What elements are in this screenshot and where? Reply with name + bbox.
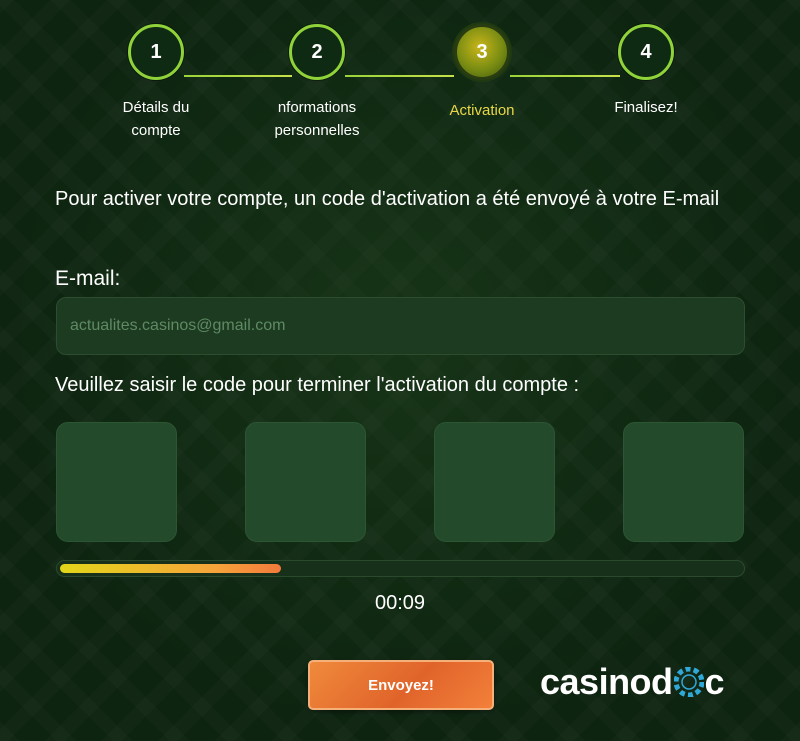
- code-digit-2[interactable]: [245, 422, 366, 542]
- step-number: 2: [289, 24, 345, 80]
- step-activation: 3 Activation: [402, 24, 562, 122]
- poker-chip-icon: [673, 667, 704, 697]
- countdown-progress-bar: [56, 560, 745, 577]
- step-label-line: personnelles: [274, 122, 360, 139]
- countdown-timer: 00:09: [374, 592, 426, 614]
- step-label-line: nformations: [277, 99, 357, 116]
- step-label: Détails du compte: [76, 96, 236, 142]
- email-field[interactable]: actualites.casinos@gmail.com: [56, 297, 745, 355]
- progress-stepper: 1 Détails du compte 2 nformations person…: [0, 24, 800, 154]
- step-label-line: Détails du: [122, 99, 190, 116]
- logo-text-start: casinod: [540, 661, 673, 702]
- code-instructions: Veuillez saisir le code pour terminer l'…: [55, 374, 580, 396]
- logo-text-end: c: [704, 661, 725, 702]
- code-digit-3[interactable]: [434, 422, 555, 542]
- step-label-line: Finalisez!: [614, 99, 678, 116]
- step-personal-info: 2 nformations personnelles: [237, 24, 397, 142]
- code-digit-4[interactable]: [623, 422, 744, 542]
- code-digit-1[interactable]: [56, 422, 177, 542]
- step-label-line: Activation: [449, 102, 515, 119]
- step-label: nformations personnelles: [237, 96, 397, 142]
- step-finalize: 4 Finalisez!: [566, 24, 726, 119]
- countdown-progress-fill: [57, 561, 284, 576]
- email-value: actualites.casinos@gmail.com: [70, 317, 286, 334]
- step-number: 4: [618, 24, 674, 80]
- step-label: Finalisez!: [566, 96, 726, 119]
- step-number: 1: [128, 24, 184, 80]
- activation-instructions: Pour activer votre compte, un code d'act…: [55, 188, 720, 210]
- step-label-line: compte: [131, 122, 181, 139]
- step-label: Activation: [402, 99, 562, 122]
- email-label: E-mail:: [55, 267, 121, 290]
- submit-button[interactable]: Envoyez!: [308, 660, 494, 710]
- step-account-details: 1 Détails du compte: [76, 24, 236, 142]
- step-number: 3: [454, 24, 510, 80]
- casinodoc-logo: casinod c: [540, 661, 725, 702]
